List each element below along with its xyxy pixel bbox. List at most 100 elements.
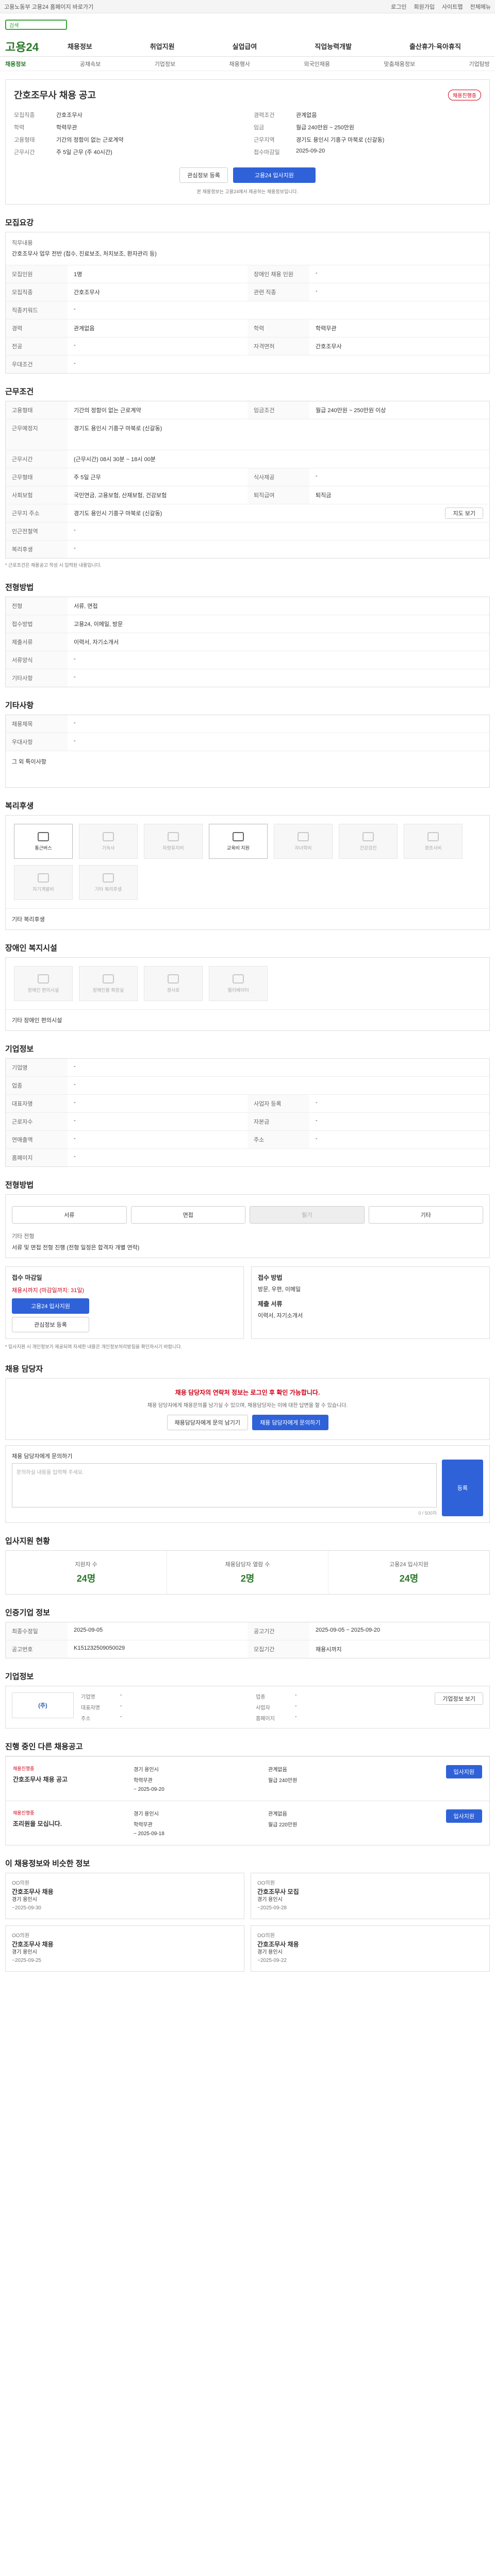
gnb-item-training[interactable]: 직업능력개발 xyxy=(315,41,352,51)
cell-label: 경력 xyxy=(6,319,68,337)
cell-value: (근무시간) 08시 30분 ~ 18시 00분 xyxy=(74,456,156,463)
cell-label: 최종수정일 xyxy=(6,1622,68,1640)
subnav-item-4[interactable]: 외국인채용 xyxy=(304,60,330,68)
info-table: 최종수정일 2025-09-05 공고기간 2025-09-05 ~ 2025-09-… xyxy=(5,1622,490,1658)
top-utility-bar: 고용노동부 고용24 홈페이지 바로가기 로그인 회원가입 사이트맵 전체메뉴 xyxy=(0,0,495,13)
apply-button[interactable]: 고용24 입사지원 xyxy=(233,167,316,183)
inquiry-submit-button[interactable]: 등록 xyxy=(442,1460,483,1516)
cell-label: 공고기간 xyxy=(248,1622,309,1640)
wheelchair-icon xyxy=(38,974,49,984)
welfare-tile: 경조사비 xyxy=(404,824,463,859)
cell-value: 채용시까지 xyxy=(316,1647,342,1653)
site-logo[interactable]: 고용24 xyxy=(5,38,39,55)
subnav-item-0[interactable]: 채용정보 xyxy=(5,60,26,68)
cell-value: - xyxy=(295,1703,297,1709)
cell-value: - xyxy=(316,1117,318,1124)
cell-label: 임금조건 xyxy=(248,401,309,419)
cell-label: 접수방법 xyxy=(6,615,68,633)
section-title-similar: 이 채용정보와 비슷한 정보 xyxy=(5,1859,90,1868)
inquiry-label: 채용 담당자에게 문의하기 xyxy=(12,1453,73,1460)
summary-value: 주 5일 근무 (주 40시간) xyxy=(56,149,112,156)
dormitory-icon xyxy=(103,832,114,841)
cell-label: 홈페이지 xyxy=(6,1149,68,1166)
scrap-button-2[interactable]: 관심정보 등록 xyxy=(12,1317,89,1332)
cell-value: 퇴직금 xyxy=(316,493,332,499)
cell-value: - xyxy=(74,342,76,348)
restroom-icon xyxy=(103,974,114,984)
section-title-jobs: 진행 중인 다른 채용공고 xyxy=(5,1742,83,1751)
cell-label: 대표자명 xyxy=(6,1095,68,1112)
welfare-tile: 통근버스 xyxy=(14,824,73,859)
subnav-item-5[interactable]: 맞춤채용정보 xyxy=(384,60,415,68)
etc-icon xyxy=(103,873,114,883)
subnav-item-3[interactable]: 채용행사 xyxy=(229,60,250,68)
section-title-selection: 전형방법 xyxy=(5,583,34,592)
header: 고용24 채용정보 취업지원 실업급여 직업능력개발 출산휴가·육아휴직 xyxy=(0,36,495,57)
contact-ask-button[interactable]: 채용 담당자에게 문의하기 xyxy=(252,1415,328,1430)
cell-value: K151232509050029 xyxy=(74,1645,125,1651)
search-input[interactable]: 검색 xyxy=(5,20,67,30)
recruit-table: 직무내용 간호조무사 업무 전반 (접수, 진료보조, 처치보조, 환자관리 등… xyxy=(5,232,490,374)
process-box: 서류 면접 필기 기타 기타 전형 서류 및 면접 전형 진행 (전형 일정은 … xyxy=(5,1194,490,1258)
etc-table: 채용제목 - 우대사항 - 그 외 특이사항 xyxy=(5,715,490,788)
stat-item: 채용담당자 열람 수 2명 xyxy=(167,1551,328,1594)
job-apply-button[interactable]: 입사지원 xyxy=(446,1765,482,1778)
gnb-item-unemployment[interactable]: 실업급여 xyxy=(232,41,257,51)
login-link[interactable]: 로그인 xyxy=(391,3,406,11)
summary-label: 접수마감일 xyxy=(254,149,280,156)
cell-label: 서류양식 xyxy=(6,651,68,669)
list-item[interactable]: 채용진행중 조리원을 모십니다. 경기 용인시 관계없음 학력무관 월급 220만원 ~ … xyxy=(6,1801,489,1845)
summary-note: 본 채용정보는 고용24에서 제공하는 채용정보입니다. xyxy=(196,189,299,194)
corp-info-button[interactable]: 기업정보 보기 xyxy=(435,1692,483,1705)
summary-value: 월급 240만원 ~ 250만원 xyxy=(296,125,355,131)
selection-table: 전형 서류, 면접 접수방법 고용24, 이메일, 방문 제출서류 이력서, 자기소개… xyxy=(5,597,490,687)
signup-link[interactable]: 회원가입 xyxy=(414,3,435,11)
similar-card[interactable]: OO의원 간호조무사 모집 경기 용인시 ~2025-09-28 xyxy=(251,1873,490,1919)
summary-value: 2025-09-20 xyxy=(296,148,325,154)
cell-label: 모집인원 xyxy=(6,265,68,283)
apply-notes: * 입사지원 시 개인정보가 제공되며 자세한 내용은 개인정보처리방침을 확인… xyxy=(5,1344,183,1349)
subnav-item-1[interactable]: 공채속보 xyxy=(80,60,101,68)
contact-box: 채용 담당자의 연락처 정보는 로그인 후 확인 가능합니다. 채용 담당자에게… xyxy=(5,1378,490,1440)
cell-label: 사업자 등록 xyxy=(248,1095,309,1112)
gnb-item-jobs[interactable]: 채용정보 xyxy=(68,41,92,51)
cell-value: - xyxy=(120,1714,122,1720)
section-title-welfare: 복리후생 xyxy=(5,802,34,810)
summary-value: 경기도 용인시 기흥구 마북로 (신갈동) xyxy=(296,137,385,143)
contact-login-button[interactable]: 채용담당자에게 문의 남기기 xyxy=(167,1415,249,1430)
gnb-item-support[interactable]: 취업지원 xyxy=(150,41,175,51)
apply-button-2[interactable]: 고용24 입사지원 xyxy=(12,1298,89,1314)
cell-value: - xyxy=(120,1692,122,1698)
cell-label: 기업명 xyxy=(6,1059,68,1076)
summary-label: 임금 xyxy=(254,125,265,131)
cell-value: 간호조무사 xyxy=(316,344,342,350)
scrap-button[interactable]: 관심정보 등록 xyxy=(179,167,228,183)
job-apply-button[interactable]: 입사지원 xyxy=(446,1809,482,1823)
gov-link[interactable]: 고용노동부 고용24 홈페이지 바로가기 xyxy=(4,3,93,11)
subnav-item-6[interactable]: 기업탐방 xyxy=(469,60,489,68)
inquiry-textarea[interactable]: 문의하실 내용을 입력해 주세요. xyxy=(12,1463,437,1507)
cell-value: 경기도 용인시 기흥구 마북로 (신갈동) xyxy=(74,426,162,432)
cell-label: 대표자명 xyxy=(81,1705,100,1711)
list-item[interactable]: 채용진행중 간호조무사 채용 공고 경기 용인시 관계없음 학력무관 월급 240만원 ~… xyxy=(6,1756,489,1801)
contact-sub: 채용 담당자에게 채용문의를 남기실 수 있으며, 채용담당자는 이에 대한 답… xyxy=(147,1403,348,1409)
facility-tile: 장애인 편의시설 xyxy=(14,966,73,1001)
all-menu-link[interactable]: 전체메뉴 xyxy=(470,3,491,11)
gnb-item-leave[interactable]: 출산휴가·육아휴직 xyxy=(409,41,461,51)
cell-label: 연매출액 xyxy=(6,1131,68,1148)
similar-card[interactable]: OO의원 간호조무사 채용 경기 용인시 ~2025-09-30 xyxy=(5,1873,244,1919)
map-button[interactable]: 지도 보기 xyxy=(445,507,483,519)
docs-value: 이력서, 자기소개서 xyxy=(258,1313,303,1319)
status-badge: 채용진행중 xyxy=(448,89,481,100)
section-title-contact: 채용 담당자 xyxy=(5,1365,43,1374)
cell-value: 간호조무사 xyxy=(74,290,100,296)
similar-card[interactable]: OO의원 간호조무사 채용 경기 용인시 ~2025-09-25 xyxy=(5,1925,244,1972)
similar-card[interactable]: OO의원 간호조무사 채용 경기 용인시 ~2025-09-22 xyxy=(251,1925,490,1972)
cell-label: 근무지 주소 xyxy=(6,504,68,522)
summary-value: 기간의 정함이 없는 근로계약 xyxy=(56,137,124,143)
subnav-item-2[interactable]: 기업정보 xyxy=(155,60,175,68)
sitemap-link[interactable]: 사이트맵 xyxy=(442,3,463,11)
book-icon xyxy=(38,873,49,883)
process-step: 필기 xyxy=(250,1206,365,1224)
inquiry-counter: 0 / 500자 xyxy=(418,1511,437,1516)
